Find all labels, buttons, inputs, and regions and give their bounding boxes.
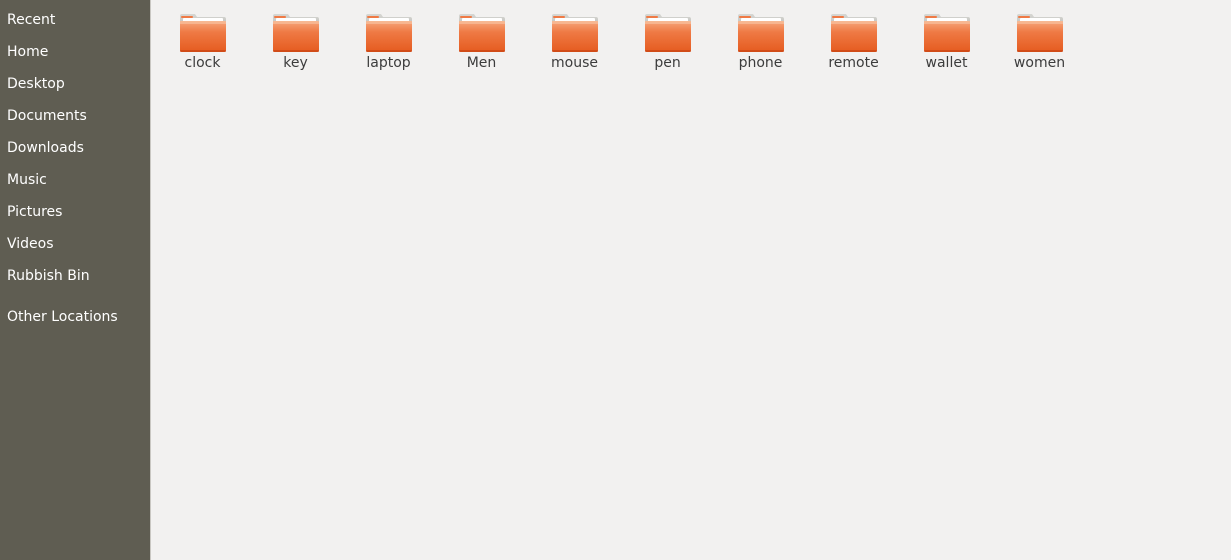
folder-item-wallet[interactable]: wallet <box>900 13 993 71</box>
sidebar-item-recent[interactable]: Recent <box>0 4 150 36</box>
sidebar-item-downloads[interactable]: Downloads <box>0 132 150 164</box>
folder-icon <box>272 14 319 52</box>
folder-icon <box>179 14 226 52</box>
folder-label: pen <box>654 55 681 71</box>
folder-icon <box>365 14 412 52</box>
folder-item-clock[interactable]: clock <box>156 13 249 71</box>
folder-item-key[interactable]: key <box>249 13 342 71</box>
folder-icon <box>644 14 691 52</box>
sidebar-item-music[interactable]: Music <box>0 164 150 196</box>
folder-label: clock <box>184 55 221 71</box>
sidebar-item-other-locations[interactable]: Other Locations <box>0 301 150 333</box>
folder-label: wallet <box>925 55 968 71</box>
folder-item-laptop[interactable]: laptop <box>342 13 435 71</box>
folder-label: key <box>283 55 308 71</box>
sidebar-item-home[interactable]: Home <box>0 36 150 68</box>
file-manager-window: Recent Home Desktop Documents Downloads … <box>0 0 1231 560</box>
folder-label: laptop <box>366 55 411 71</box>
sidebar-separator <box>0 292 150 301</box>
sidebar-item-pictures[interactable]: Pictures <box>0 196 150 228</box>
folder-item-mouse[interactable]: mouse <box>528 13 621 71</box>
folder-icon <box>551 14 598 52</box>
folder-item-pen[interactable]: pen <box>621 13 714 71</box>
file-view[interactable]: clock key laptop Men mouse pen phone rem… <box>151 0 1231 560</box>
sidebar-item-videos[interactable]: Videos <box>0 228 150 260</box>
folder-icon <box>923 14 970 52</box>
sidebar-item-desktop[interactable]: Desktop <box>0 68 150 100</box>
folder-icon <box>1016 14 1063 52</box>
folder-item-remote[interactable]: remote <box>807 13 900 71</box>
folder-label: Men <box>466 55 497 71</box>
folder-icon <box>458 14 505 52</box>
folder-label: remote <box>828 55 879 71</box>
folder-item-phone[interactable]: phone <box>714 13 807 71</box>
sidebar: Recent Home Desktop Documents Downloads … <box>0 0 151 560</box>
folder-grid: clock key laptop Men mouse pen phone rem… <box>156 13 1086 71</box>
sidebar-item-documents[interactable]: Documents <box>0 100 150 132</box>
folder-label: women <box>1013 55 1066 71</box>
sidebar-item-rubbish-bin[interactable]: Rubbish Bin <box>0 260 150 292</box>
folder-item-men[interactable]: Men <box>435 13 528 71</box>
folder-label: mouse <box>551 55 598 71</box>
folder-item-women[interactable]: women <box>993 13 1086 71</box>
folder-label: phone <box>738 55 783 71</box>
folder-icon <box>737 14 784 52</box>
folder-icon <box>830 14 877 52</box>
